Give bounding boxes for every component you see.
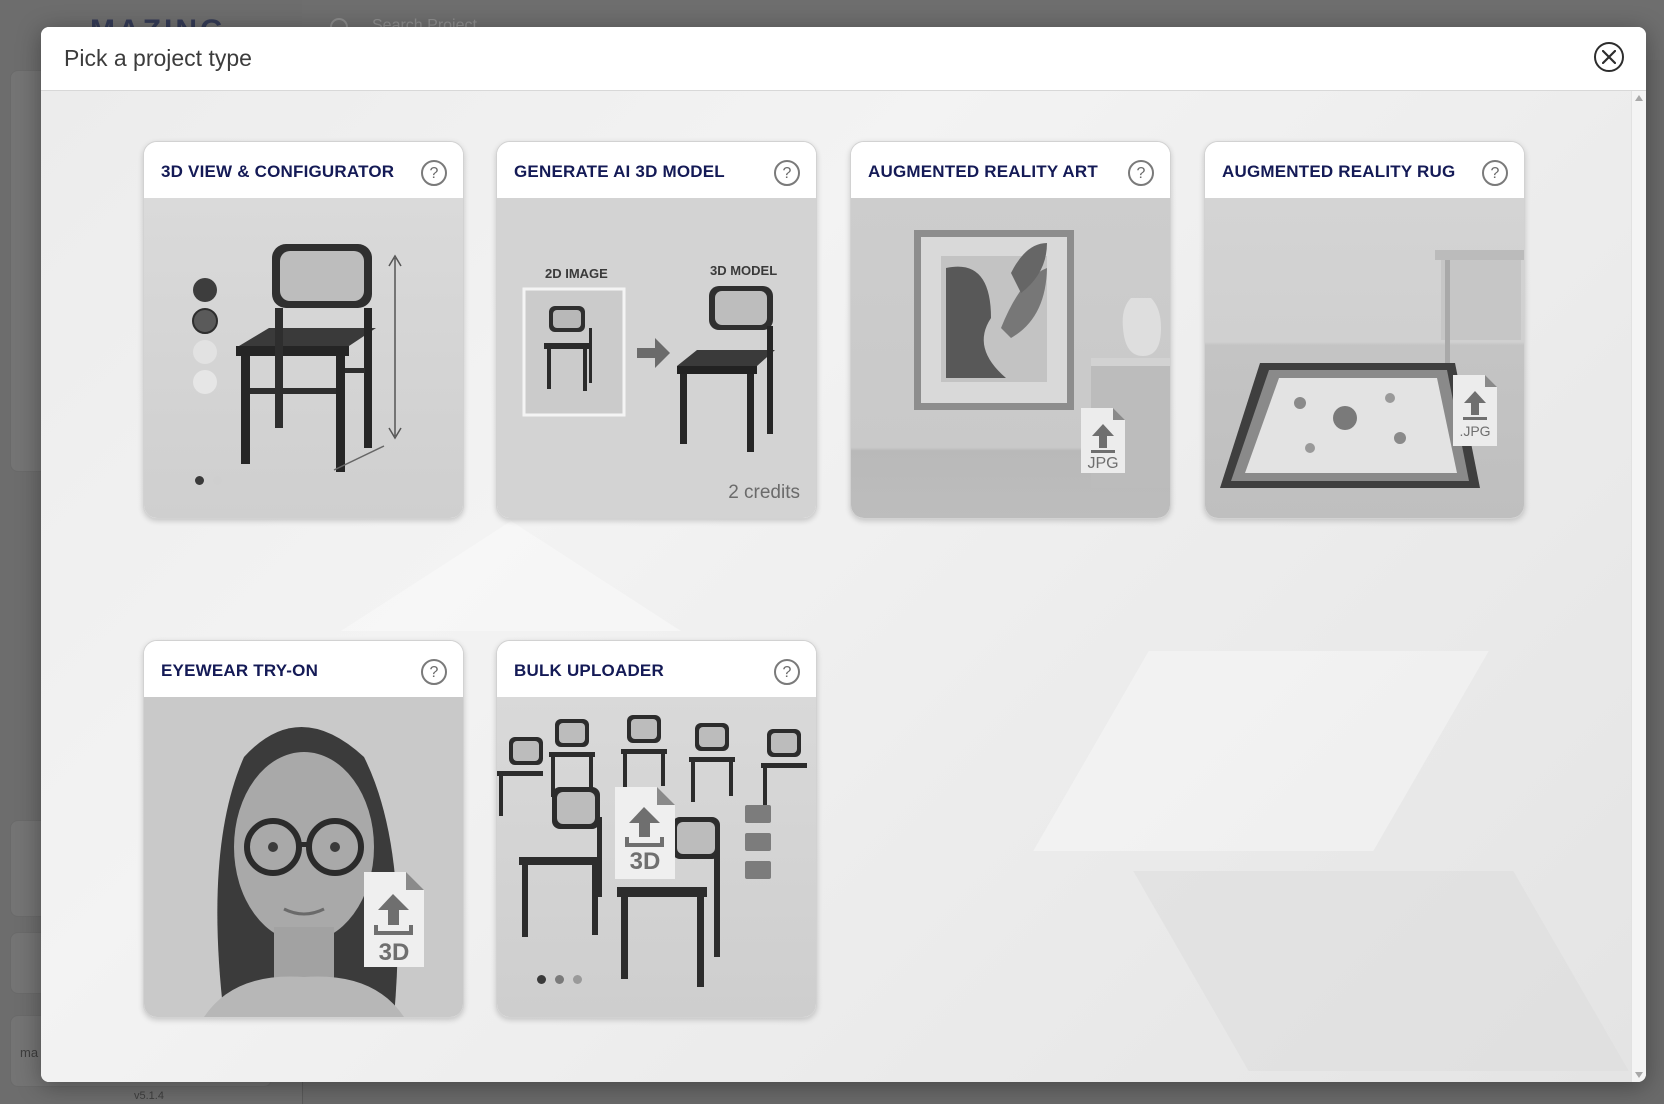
close-icon[interactable] — [1594, 42, 1624, 72]
card-title: AUGMENTED REALITY RUG — [1222, 162, 1456, 181]
card-3d-view-configurator[interactable]: 3D VIEW & CONFIGURATOR ? — [143, 141, 464, 519]
scroll-up-arrow-icon[interactable] — [1635, 95, 1643, 101]
modal-body: 3D VIEW & CONFIGURATOR ? GENERATE AI 3D … — [41, 91, 1632, 1082]
help-icon[interactable]: ? — [1482, 160, 1508, 186]
chair-configurator-image — [144, 198, 463, 518]
card-bulk-uploader[interactable]: BULK UPLOADER ? 3D — [496, 640, 817, 1018]
upload-badge: .JPG — [1459, 423, 1490, 439]
help-icon[interactable]: ? — [774, 659, 800, 685]
card-title: BULK UPLOADER — [514, 661, 664, 680]
scroll-down-arrow-icon[interactable] — [1635, 1072, 1643, 1078]
card-title: EYEWEAR TRY-ON — [161, 661, 319, 680]
carousel-dots[interactable] — [195, 472, 231, 490]
scrollbar[interactable] — [1631, 91, 1646, 1082]
upload-badge: 3D — [630, 848, 661, 875]
rug-image: .JPG — [1205, 198, 1524, 518]
carousel-dot[interactable] — [573, 975, 582, 984]
carousel-dots[interactable] — [537, 971, 591, 989]
card-generate-ai-3d-model[interactable]: GENERATE AI 3D MODEL ? 2D IMAGE 3D MODEL — [496, 141, 817, 519]
credits-label: 2 credits — [728, 482, 800, 503]
card-augmented-reality-art[interactable]: AUGMENTED REALITY ART ? JPG — [850, 141, 1171, 519]
image-label: 3D MODEL — [710, 263, 778, 278]
card-title: GENERATE AI 3D MODEL — [514, 162, 725, 181]
card-title: 3D VIEW & CONFIGURATOR — [161, 162, 395, 181]
framed-art-image: JPG — [851, 198, 1170, 518]
carousel-dot[interactable] — [555, 975, 564, 984]
modal-title: Pick a project type — [64, 45, 252, 71]
carousel-dot[interactable] — [537, 975, 546, 984]
carousel-dot[interactable] — [213, 476, 222, 485]
woman-glasses-image: 3D — [144, 697, 463, 1017]
help-icon[interactable]: ? — [1128, 160, 1154, 186]
help-icon[interactable]: ? — [774, 160, 800, 186]
carousel-dot[interactable] — [195, 476, 204, 485]
project-type-modal: Pick a project type 3D VIEW & CONFIGURAT… — [41, 27, 1646, 1082]
sidebar-text: ma — [20, 1045, 39, 1060]
card-augmented-reality-rug[interactable]: AUGMENTED REALITY RUG ? .JPG — [1204, 141, 1525, 519]
help-icon[interactable]: ? — [421, 659, 447, 685]
modal-header: Pick a project type — [41, 27, 1646, 91]
upload-badge: 3D — [379, 939, 410, 966]
upload-badge: JPG — [1087, 455, 1118, 472]
version-label: v5.1.4 — [134, 1090, 164, 1102]
2d-to-3d-image: 2D IMAGE 3D MODEL 2 credits — [497, 198, 816, 518]
bulk-chairs-image: 3D — [497, 697, 816, 1017]
card-eyewear-try-on[interactable]: EYEWEAR TRY-ON ? 3D — [143, 640, 464, 1018]
help-icon[interactable]: ? — [421, 160, 447, 186]
image-label: 2D IMAGE — [545, 266, 608, 281]
card-title: AUGMENTED REALITY ART — [868, 162, 1098, 181]
